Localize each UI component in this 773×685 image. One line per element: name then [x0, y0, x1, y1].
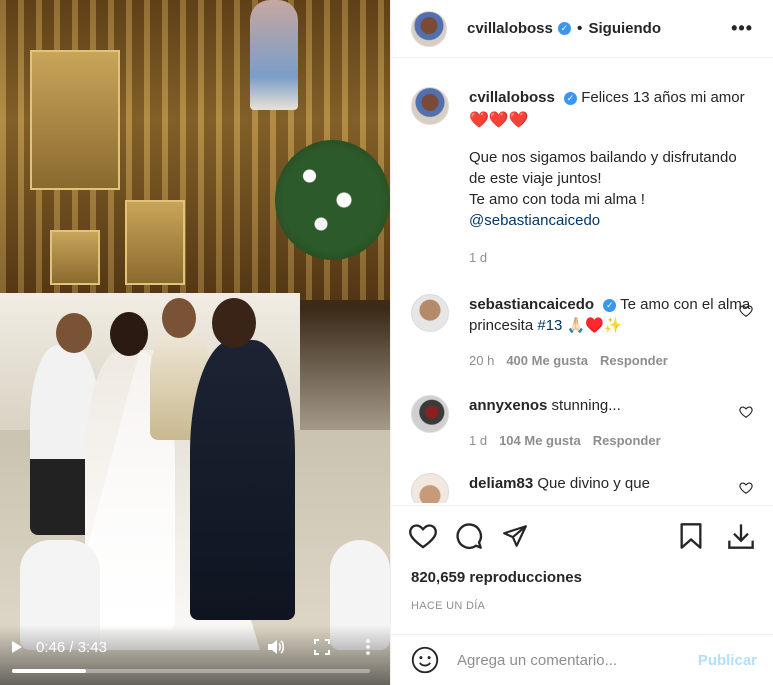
- reply-button[interactable]: Responder: [600, 350, 668, 371]
- father-head: [56, 313, 92, 353]
- caption-age: 1 d: [469, 250, 488, 265]
- comment-meta: 1 d 104 Me gusta Responder: [469, 430, 753, 451]
- actions-right: [675, 520, 757, 552]
- priest-head: [162, 298, 196, 338]
- caption-text: Felices 13 años mi amor: [581, 89, 745, 106]
- verified-icon: ✓: [557, 22, 571, 35]
- altar-panel: [125, 200, 185, 285]
- comment-username[interactable]: deliam83: [469, 475, 533, 492]
- post-panel: cvillaloboss ✓ • Siguiendo ••• cvillalob…: [390, 0, 773, 685]
- caption-username[interactable]: cvillaloboss: [469, 89, 555, 106]
- video-progress-bar[interactable]: [12, 669, 370, 673]
- caption-line: cvillaloboss ✓ Felices 13 años mi amor: [469, 87, 753, 108]
- comment-likes[interactable]: 400 Me gusta: [506, 350, 588, 371]
- volume-icon[interactable]: [266, 637, 286, 657]
- avatar[interactable]: [411, 294, 449, 332]
- share-paper-plane-icon[interactable]: [499, 520, 531, 552]
- emoji-icon[interactable]: [411, 646, 439, 674]
- current-time: 0:46: [36, 638, 66, 656]
- like-heart-icon[interactable]: [407, 520, 439, 552]
- video-time: 0:46 / 3:43: [36, 639, 107, 656]
- bookmark-icon[interactable]: [675, 520, 707, 552]
- comment-bubble-icon[interactable]: [453, 520, 485, 552]
- mention-link[interactable]: @sebastiancaicedo: [469, 210, 753, 231]
- groom-head: [212, 298, 256, 348]
- hearts-emoji: ❤️❤️❤️: [469, 112, 529, 129]
- add-comment-bar: Publicar: [391, 634, 773, 685]
- caption: cvillaloboss ✓ Felices 13 años mi amor ❤…: [411, 87, 753, 268]
- like-comment-heart-icon[interactable]: [739, 405, 753, 419]
- comment-item: sebastiancaicedo ✓ Te amo con el alma pr…: [411, 294, 753, 371]
- comment-username[interactable]: sebastiancaicedo: [469, 296, 594, 313]
- comment-item: deliam83 Que divino y que: [411, 473, 753, 503]
- like-comment-heart-icon[interactable]: [739, 304, 753, 318]
- owner-username[interactable]: cvillaloboss: [467, 20, 553, 37]
- video-progress-fill: [12, 669, 86, 673]
- like-comment-heart-icon[interactable]: [739, 481, 753, 495]
- video-frame: [0, 0, 390, 685]
- view-count[interactable]: 820,659 reproducciones: [411, 569, 582, 586]
- verified-icon: ✓: [564, 92, 578, 105]
- download-icon[interactable]: [725, 520, 757, 552]
- video-controls: 0:46 / 3:43: [0, 625, 390, 685]
- comment-body: sebastiancaicedo ✓ Te amo con el alma pr…: [469, 294, 753, 371]
- caption-body: cvillaloboss ✓ Felices 13 años mi amor ❤…: [469, 87, 753, 268]
- post-actions: [391, 505, 773, 565]
- bride-head: [110, 312, 148, 356]
- publish-button[interactable]: Publicar: [698, 652, 757, 669]
- post-time: HACE UN DÍA: [411, 600, 486, 612]
- comment-age: 20 h: [469, 353, 495, 368]
- video-controls-row: 0:46 / 3:43: [12, 635, 378, 659]
- fullscreen-icon[interactable]: [312, 637, 332, 657]
- comments-list[interactable]: cvillaloboss ✓ Felices 13 años mi amor ❤…: [391, 59, 773, 503]
- more-options-icon[interactable]: •••: [731, 18, 753, 39]
- video-player[interactable]: 0:46 / 3:43: [0, 0, 390, 685]
- flower-arrangement: [275, 140, 390, 260]
- comment-username[interactable]: annyxenos: [469, 397, 547, 414]
- separator-dot: •: [576, 19, 583, 37]
- following-button[interactable]: Siguiendo: [588, 20, 661, 37]
- verified-icon: ✓: [603, 299, 617, 312]
- comment-input[interactable]: [457, 651, 698, 669]
- avatar[interactable]: [411, 87, 449, 125]
- comment-likes[interactable]: 104 Me gusta: [499, 430, 581, 451]
- hashtag-link[interactable]: #13: [537, 317, 562, 334]
- avatar[interactable]: [411, 10, 447, 47]
- comment-body: deliam83 Que divino y que: [469, 473, 753, 503]
- caption-meta: 1 d: [469, 247, 753, 268]
- comment-meta: 20 h 400 Me gusta Responder: [469, 350, 753, 371]
- comment-body: annyxenos stunning... 1 d 104 Me gusta R…: [469, 395, 753, 451]
- comment-age: 1 d: [469, 433, 488, 448]
- groom-figure: [190, 340, 295, 620]
- comment-text: stunning...: [551, 397, 621, 414]
- avatar[interactable]: [411, 473, 449, 503]
- statue: [250, 0, 298, 110]
- comment-text: Que divino y que: [537, 475, 650, 492]
- comment-item: annyxenos stunning... 1 d 104 Me gusta R…: [411, 395, 753, 451]
- reply-button[interactable]: Responder: [593, 430, 661, 451]
- post-header: cvillaloboss ✓ • Siguiendo •••: [391, 0, 773, 58]
- caption-text: Te amo con toda mi alma !: [469, 191, 645, 208]
- comment-emojis: 🙏🏻♥️✨: [566, 317, 623, 334]
- play-icon[interactable]: [12, 641, 22, 653]
- more-vertical-icon[interactable]: [358, 637, 378, 657]
- avatar[interactable]: [411, 395, 449, 433]
- altar-panel: [30, 50, 120, 190]
- duration: 3:43: [77, 638, 107, 656]
- time-separator: /: [65, 638, 78, 656]
- altar-panel: [50, 230, 100, 285]
- caption-text: Que nos sigamos bailando y disfrutando d…: [469, 149, 737, 187]
